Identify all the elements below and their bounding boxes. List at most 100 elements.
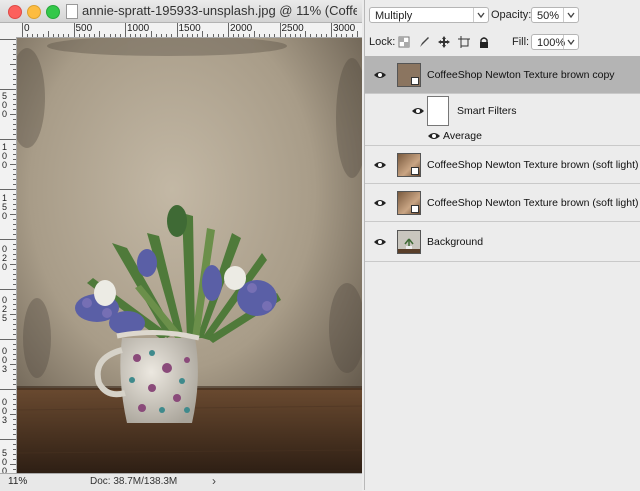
ruler-tick (74, 23, 75, 37)
layer-name[interactable]: CoffeeShop Newton Texture brown (soft li… (427, 159, 638, 171)
layer-row-texture-copy[interactable]: CoffeeShop Newton Texture brown copy (365, 56, 640, 94)
ruler-tick (10, 164, 16, 165)
blend-mode-dropdown[interactable]: Multiply (369, 7, 489, 23)
document-size-info[interactable]: Doc: 38.7M/138.3M (90, 476, 177, 487)
eye-icon[interactable] (373, 70, 387, 80)
ruler-tick (346, 34, 347, 37)
fill-value: 100% (537, 37, 565, 49)
status-menu-arrow[interactable]: › (212, 474, 216, 488)
ruler-tick (310, 34, 311, 37)
lock-artboard-icon[interactable] (458, 36, 470, 51)
ruler-tick (13, 144, 16, 145)
ruler-tick (326, 34, 327, 37)
eye-icon[interactable] (373, 198, 387, 208)
ruler-tick (13, 429, 16, 430)
ruler-tick (13, 444, 16, 445)
ruler-number: 3 (2, 415, 7, 425)
ruler-tick (13, 169, 16, 170)
ruler-tick (13, 219, 16, 220)
ruler-tick (13, 54, 16, 55)
eye-icon[interactable] (411, 106, 425, 116)
ruler-origin[interactable] (0, 23, 17, 38)
smart-object-badge-icon (411, 77, 419, 85)
document-title-bar[interactable]: annie-spratt-195933-unsplash.jpg @ 11% (… (0, 0, 362, 23)
layer-row-texture-soft-light[interactable]: CoffeeShop Newton Texture brown (soft li… (365, 146, 640, 184)
layer-thumbnail[interactable] (397, 191, 421, 215)
ruler-tick (115, 34, 116, 37)
ruler-tick (13, 404, 16, 405)
lock-all-icon[interactable] (478, 36, 490, 51)
close-button[interactable] (8, 5, 22, 19)
filter-mask-thumbnail[interactable] (427, 96, 449, 126)
zoom-level-field[interactable]: 11% (8, 476, 38, 488)
eye-icon[interactable] (373, 237, 387, 247)
ruler-tick (13, 434, 16, 435)
ruler-tick (259, 34, 260, 37)
plant-thumbnail-icon (398, 231, 420, 253)
ruler-tick (13, 374, 16, 375)
ruler-tick (331, 23, 332, 37)
ruler-tick (13, 124, 16, 125)
layer-thumbnail[interactable] (397, 230, 421, 254)
layers-panel: Multiply Opacity: 50% Lock: Fill: 100% (364, 0, 640, 490)
ruler-tick (13, 259, 16, 260)
lock-position-icon[interactable] (438, 36, 450, 51)
filter-row-average[interactable]: Average (365, 128, 640, 146)
lock-transparent-pixels-icon[interactable] (398, 36, 410, 51)
ruler-tick (0, 139, 16, 140)
smart-object-badge-icon (411, 205, 419, 213)
ruler-tick (13, 209, 16, 210)
vertical-ruler[interactable]: 500100150020025003003500 (0, 37, 17, 473)
ruler-tick (161, 34, 162, 37)
opacity-field[interactable]: 50% (531, 7, 579, 23)
ruler-tick (13, 324, 16, 325)
eye-icon[interactable] (373, 160, 387, 170)
smart-filters-row[interactable]: Smart Filters (365, 94, 640, 128)
layer-thumbnail[interactable] (397, 153, 421, 177)
ruler-tick (13, 184, 16, 185)
ruler-tick (254, 31, 255, 37)
ruler-tick (13, 334, 16, 335)
ruler-tick (243, 34, 244, 37)
ruler-tick (13, 349, 16, 350)
layer-name[interactable]: CoffeeShop Newton Texture brown (soft li… (427, 197, 638, 209)
filter-name[interactable]: Average (443, 130, 482, 142)
ruler-tick (10, 464, 16, 465)
lock-image-pixels-icon[interactable] (418, 36, 430, 51)
ruler-tick (0, 289, 16, 290)
ruler-tick (274, 34, 275, 37)
ruler-tick (182, 34, 183, 37)
ruler-tick (177, 23, 178, 37)
document-window: annie-spratt-195933-unsplash.jpg @ 11% (… (0, 0, 362, 490)
ruler-tick (84, 34, 85, 37)
ruler-tick (13, 469, 16, 470)
ruler-tick (13, 49, 16, 50)
ruler-tick (352, 34, 353, 37)
layer-row-texture-soft-light-2[interactable]: CoffeeShop Newton Texture brown (soft li… (365, 184, 640, 222)
photo-artwork (17, 38, 362, 473)
smart-object-badge-icon (411, 167, 419, 175)
status-bar: 11% Doc: 38.7M/138.3M › (0, 473, 362, 491)
zoom-button[interactable] (46, 5, 60, 19)
ruler-tick (13, 279, 16, 280)
ruler-tick (187, 34, 188, 37)
layer-row-background[interactable]: Background (365, 222, 640, 262)
fill-field[interactable]: 100% (531, 34, 579, 50)
minimize-button[interactable] (27, 5, 41, 19)
ruler-tick (89, 34, 90, 37)
ruler-tick (300, 34, 301, 37)
layer-name[interactable]: CoffeeShop Newton Texture brown copy (427, 69, 615, 81)
layer-name[interactable]: Background (427, 236, 483, 248)
ruler-tick (223, 34, 224, 37)
eye-icon[interactable] (427, 131, 441, 141)
layer-thumbnail[interactable] (397, 63, 421, 87)
ruler-tick (140, 34, 141, 37)
fill-label: Fill: (512, 36, 529, 48)
ruler-tick (269, 34, 270, 37)
ruler-number: 3000 (333, 23, 355, 34)
image-canvas[interactable] (17, 38, 362, 473)
horizontal-ruler[interactable]: 050010001500200025003000 (16, 23, 362, 38)
ruler-tick (22, 23, 23, 37)
ruler-tick (13, 299, 16, 300)
ruler-tick (13, 134, 16, 135)
